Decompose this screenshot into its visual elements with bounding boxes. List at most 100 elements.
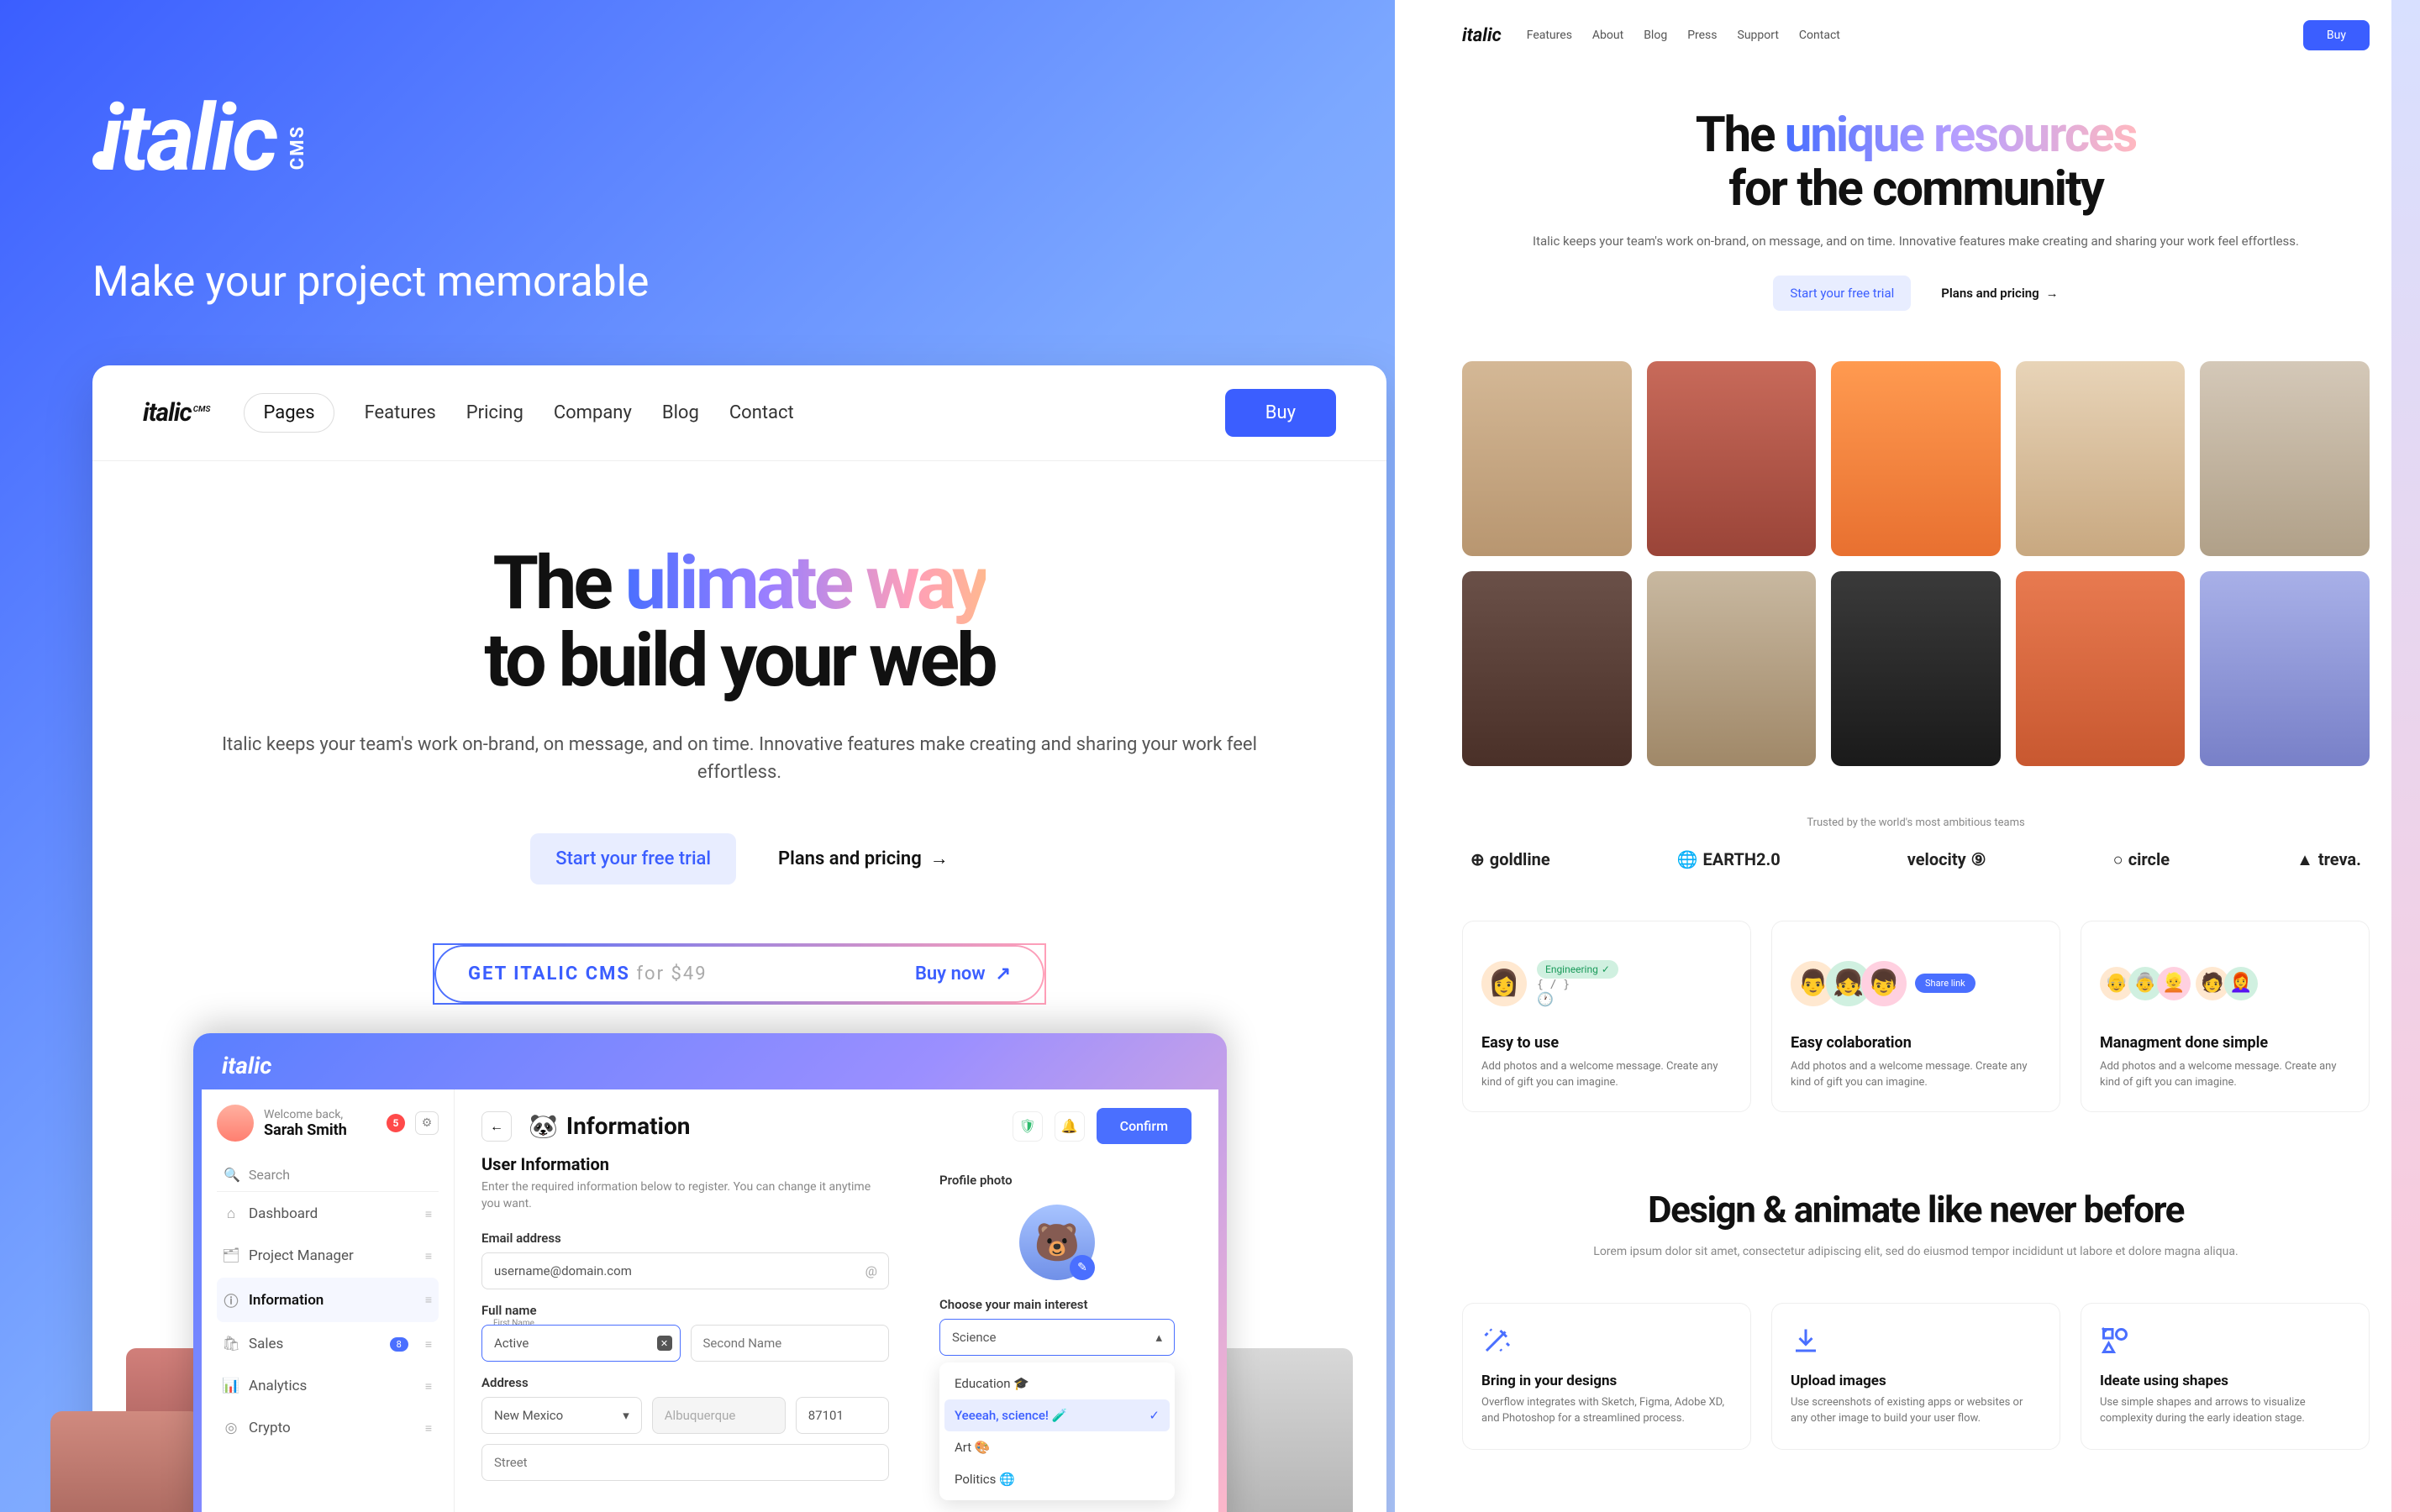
dd-option-art[interactable]: Art 🎨	[944, 1431, 1170, 1463]
clear-icon[interactable]: ✕	[657, 1336, 672, 1351]
section-title: User Information	[481, 1154, 889, 1174]
shield-icon[interactable]: 🛡	[1013, 1111, 1043, 1142]
zip-field[interactable]	[796, 1397, 889, 1434]
feature-desc: Add photos and a welcome message. Create…	[1481, 1058, 1732, 1091]
fullname-label: Full name	[481, 1303, 889, 1318]
sidebar-item-crypto[interactable]: ◎Crypto≡	[217, 1408, 439, 1448]
right-logo[interactable]: italic	[1462, 25, 1502, 46]
photo-tile	[1210, 1348, 1353, 1512]
sidebar-search[interactable]: 🔍Search	[217, 1158, 439, 1192]
gear-icon[interactable]: ⚙	[415, 1111, 439, 1135]
city-field: Albuquerque	[652, 1397, 786, 1434]
nav-pricing[interactable]: Pricing	[466, 402, 523, 423]
bottom-card: Bring in your designs Overflow integrate…	[1462, 1303, 1751, 1450]
logo-cms: CMS	[287, 125, 308, 170]
photo-tile	[2016, 571, 2186, 766]
memoji-icon: 👩	[1481, 961, 1527, 1006]
arrow-right-icon	[2046, 286, 2059, 301]
rnav-contact[interactable]: Contact	[1799, 29, 1840, 42]
photo-tile	[1831, 361, 2001, 556]
share-pill[interactable]: Share link	[1915, 974, 1975, 993]
right-trial-button[interactable]: Start your free trial	[1773, 276, 1911, 311]
interest-select[interactable]: Science▴	[939, 1319, 1175, 1356]
sidebar-item-analytics[interactable]: 📊Analytics≡	[217, 1366, 439, 1406]
state-select[interactable]: New Mexico▾	[481, 1397, 642, 1434]
bottom-desc: Use simple shapes and arrows to visualiz…	[2100, 1394, 2350, 1427]
user-block[interactable]: Welcome back, Sarah Smith 5 ⚙	[217, 1105, 439, 1142]
promo-buy-link[interactable]: Buy now	[915, 963, 1011, 984]
clock-icon: 🕐	[1537, 991, 1618, 1007]
logo-text: italic	[99, 84, 276, 192]
email-field[interactable]	[481, 1252, 889, 1289]
nav-contact[interactable]: Contact	[729, 402, 794, 423]
photo-grid	[1462, 361, 2370, 766]
search-icon: 🔍	[224, 1167, 240, 1183]
buy-button[interactable]: Buy	[1225, 389, 1336, 437]
back-button[interactable]: ←	[481, 1111, 512, 1142]
left-logo: italic CMS	[92, 84, 1344, 233]
bottom-grid: Bring in your designs Overflow integrate…	[1462, 1303, 2370, 1450]
feature-title: Easy colaboration	[1791, 1034, 2041, 1052]
interest-label: Choose your main interest	[939, 1297, 1175, 1312]
plans-pricing-link[interactable]: Plans and pricing	[778, 848, 949, 869]
logos-row: ⊕goldline 🌐EARTH2.0 velocity⑨ ○circle ▲t…	[1462, 849, 2370, 870]
form-title: Information	[566, 1112, 691, 1140]
logo-velocity: velocity⑨	[1907, 849, 1986, 869]
photo-tile	[1462, 361, 1632, 556]
nav-blog[interactable]: Blog	[662, 402, 699, 423]
second-name-field[interactable]	[691, 1325, 890, 1362]
memoji-icon: 👩‍🦰	[2224, 967, 2258, 1000]
dd-option-education[interactable]: Education 🎓	[944, 1368, 1170, 1399]
start-trial-button[interactable]: Start your free trial	[530, 833, 736, 885]
dash-logo: italic	[222, 1052, 271, 1079]
bottom-desc: Overflow integrates with Sketch, Figma, …	[1481, 1394, 1732, 1427]
feature-card: 👨 👧 👦 Share link Easy colaboration Add p…	[1771, 921, 2060, 1112]
bottom-card: Ideate using shapes Use simple shapes an…	[2081, 1303, 2370, 1450]
nav-company[interactable]: Company	[554, 402, 632, 423]
address-label: Address	[481, 1375, 889, 1390]
edit-icon[interactable]: ✎	[1070, 1255, 1095, 1280]
nav-features[interactable]: Features	[365, 402, 436, 423]
menu-icon: ≡	[425, 1337, 432, 1352]
feature-desc: Add photos and a welcome message. Create…	[2100, 1058, 2350, 1091]
dd-option-politics[interactable]: Politics 🌐	[944, 1463, 1170, 1495]
rnav-support[interactable]: Support	[1738, 29, 1779, 42]
browser-logo[interactable]: italicCMS	[143, 398, 210, 428]
bottom-title: Upload images	[1791, 1373, 2041, 1389]
nav-pages[interactable]: Pages	[244, 393, 334, 433]
menu-icon: ≡	[425, 1207, 432, 1221]
features-grid: 👩 Engineering ✓ { / } 🕐 Easy to use Add …	[1462, 921, 2370, 1112]
cart-icon: 🛍	[224, 1336, 239, 1352]
first-name-field[interactable]	[481, 1325, 681, 1362]
welcome-label: Welcome back,	[264, 1108, 376, 1121]
profile-photo[interactable]: 🐻✎	[1019, 1205, 1095, 1280]
right-preview-panel: italic Features About Blog Press Support…	[1395, 0, 2420, 1512]
right-nav: Features About Blog Press Support Contac…	[1527, 29, 1840, 42]
rnav-about[interactable]: About	[1592, 29, 1623, 42]
browser-nav: Pages Features Pricing Company Blog Cont…	[244, 393, 793, 433]
menu-icon: ≡	[425, 1421, 432, 1436]
promo-pill[interactable]: GET ITALIC CMS for $49 Buy now	[433, 943, 1046, 1005]
sidebar-item-information[interactable]: ⓘInformation≡	[217, 1278, 439, 1322]
confirm-button[interactable]: Confirm	[1097, 1108, 1192, 1144]
trusted-label: Trusted by the world's most ambitious te…	[1462, 816, 2370, 829]
sidebar-item-sales[interactable]: 🛍Sales8≡	[217, 1324, 439, 1364]
street-field[interactable]	[481, 1444, 889, 1481]
bell-icon[interactable]: 🔔	[1055, 1111, 1085, 1142]
feature-tag: Engineering ✓	[1537, 960, 1618, 979]
right-pricing-link[interactable]: Plans and pricing	[1941, 286, 2058, 301]
avatar	[217, 1105, 254, 1142]
rnav-blog[interactable]: Blog	[1644, 29, 1667, 42]
photo-tile	[1831, 571, 2001, 766]
hero-subtitle: Italic keeps your team's work on-brand, …	[193, 731, 1286, 786]
right-header: italic Features About Blog Press Support…	[1462, 20, 2370, 50]
logo-circle: ○circle	[2113, 849, 2170, 870]
sidebar-item-project[interactable]: 🗂Project Manager≡	[217, 1236, 439, 1276]
dd-option-science[interactable]: Yeeeah, science! 🧪✓	[944, 1399, 1170, 1431]
sidebar-item-dashboard[interactable]: ⌂Dashboard≡	[217, 1194, 439, 1234]
feature-title: Managment done simple	[2100, 1034, 2350, 1052]
left-promo-panel: italic CMS Make your project memorable i…	[0, 0, 1395, 1512]
right-buy-button[interactable]: Buy	[2303, 20, 2370, 50]
rnav-features[interactable]: Features	[1527, 29, 1572, 42]
rnav-press[interactable]: Press	[1687, 29, 1717, 42]
